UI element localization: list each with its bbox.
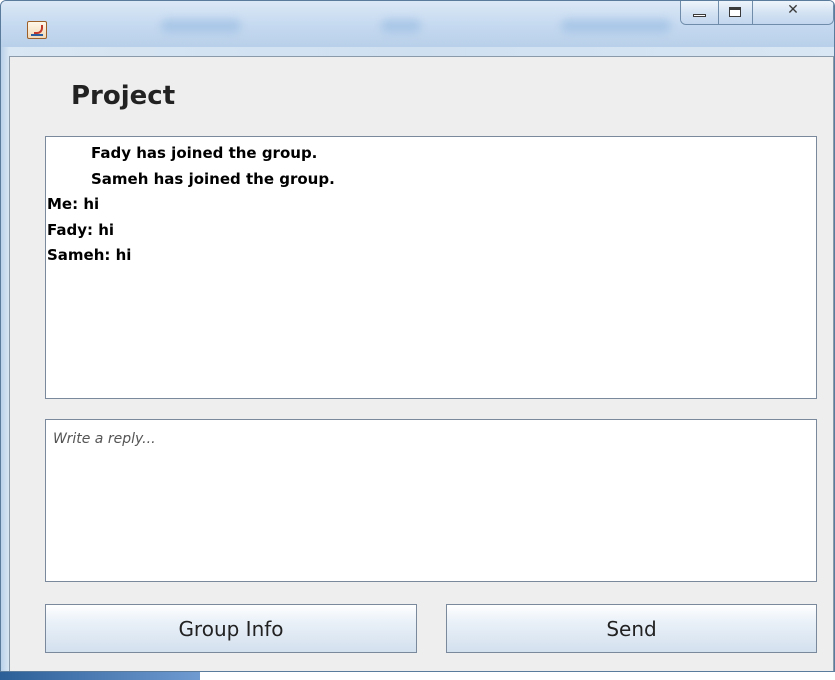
page-title: Project [71, 81, 176, 111]
minimize-button[interactable] [681, 1, 719, 24]
group-info-button[interactable]: Group Info [45, 604, 417, 653]
minimize-icon [693, 14, 706, 17]
maximize-icon [729, 7, 741, 17]
reply-input[interactable]: Write a reply... [45, 419, 817, 582]
java-cup-icon[interactable] [27, 21, 47, 39]
chat-message: Me: hi [47, 195, 100, 213]
chat-message: Fady: hi [47, 220, 115, 239]
close-button[interactable]: ✕ [753, 1, 833, 24]
app-window: ✕ Project Fady has joined the group. Sam… [0, 0, 835, 672]
close-icon: ✕ [787, 2, 799, 18]
chat-message: Fady has joined the group. [91, 144, 318, 162]
reply-placeholder: Write a reply... [53, 431, 156, 447]
chat-log[interactable]: Fady has joined the group. Sameh has joi… [45, 136, 817, 399]
title-bar[interactable]: ✕ [1, 1, 834, 47]
chat-message: Sameh has joined the group. [91, 169, 335, 188]
chat-message: Sameh: hi [47, 246, 132, 264]
blurred-title-fragment [381, 19, 421, 33]
blurred-title-fragment [561, 19, 671, 33]
send-label: Send [606, 616, 657, 641]
caption-buttons: ✕ [680, 1, 834, 25]
taskbar-strip [0, 672, 200, 680]
blurred-title-fragment [161, 19, 241, 33]
group-info-label: Group Info [178, 616, 284, 641]
client-area: Project Fady has joined the group. Sameh… [9, 56, 834, 671]
maximize-button[interactable] [719, 1, 753, 24]
send-button[interactable]: Send [446, 604, 817, 653]
